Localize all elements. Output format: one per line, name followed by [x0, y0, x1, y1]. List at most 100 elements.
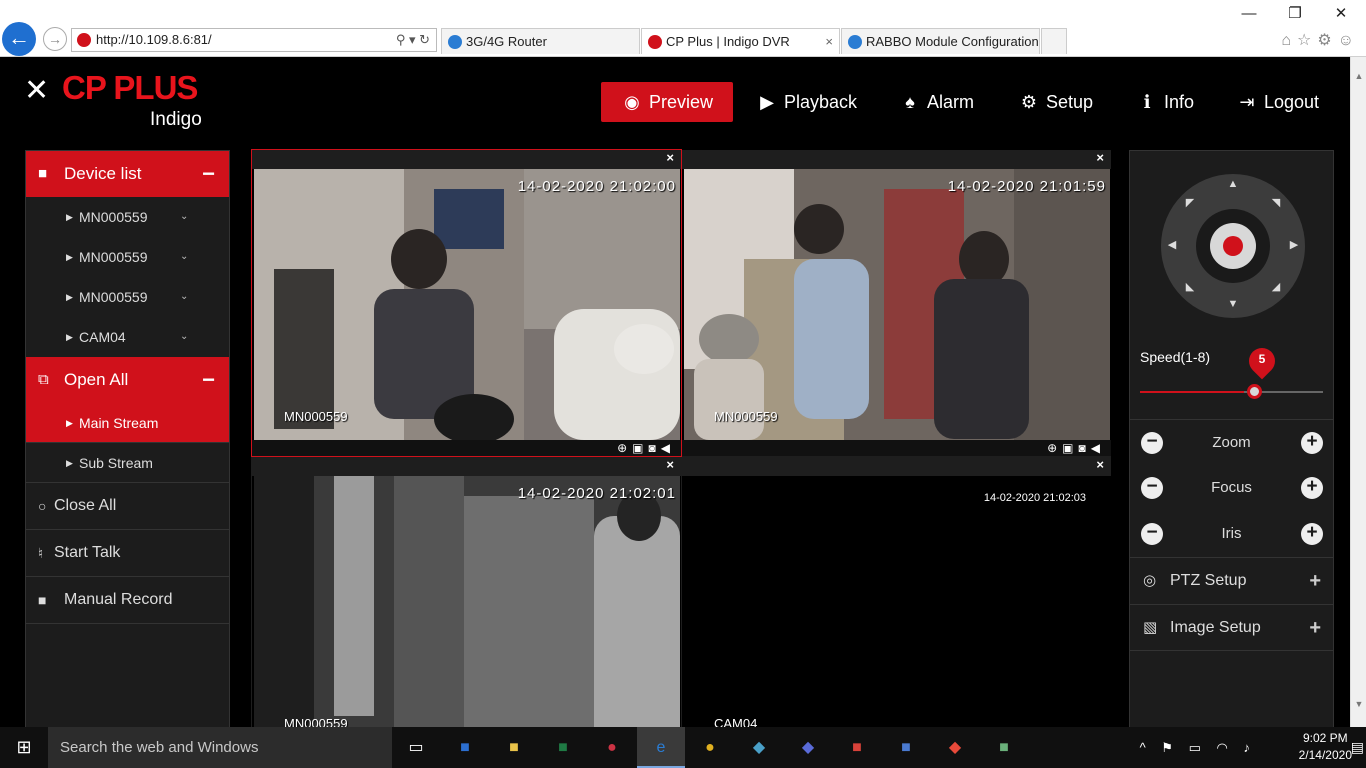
nav-info[interactable]: ℹ Info — [1136, 82, 1194, 122]
chevron-down-icon[interactable]: ⌄ — [180, 197, 188, 237]
iris-minus-button[interactable]: − — [1141, 523, 1163, 545]
iris-plus-button[interactable]: + — [1301, 523, 1323, 545]
chevron-down-icon[interactable]: ⌄ — [180, 277, 188, 317]
camera-feed-image[interactable]: 14-02-2020 21:02:00 MN000559 — [254, 169, 680, 440]
tab-cpplus[interactable]: CP Plus | Indigo DVR × — [641, 28, 840, 54]
app-icon[interactable]: ■ — [833, 727, 881, 768]
arrow-down-left-icon[interactable]: ◣ — [1183, 280, 1197, 293]
triangle-icon: ▶ — [66, 292, 73, 302]
taskbar-search-box[interactable]: Search the web and Windows — [48, 727, 392, 768]
video-pane[interactable]: × 14-02-2020 21:02:03 CAM04 — [682, 457, 1111, 727]
close-all-button[interactable]: ○ Close All — [26, 483, 229, 530]
new-tab-button[interactable] — [1041, 28, 1067, 54]
tab-router[interactable]: 3G/4G Router — [441, 28, 640, 54]
browser-tools-icons[interactable]: ⌂☆⚙☺ — [1281, 30, 1360, 50]
timestamp-overlay: 14-02-2020 21:02:03 — [983, 492, 1086, 504]
zoom-in-button[interactable]: + — [1301, 432, 1323, 454]
device-item[interactable]: ▶ MN000559 ⌄ — [26, 277, 229, 317]
close-icon[interactable]: × — [666, 457, 674, 472]
app-icon[interactable]: ■ — [980, 727, 1028, 768]
chrome-icon[interactable]: ● — [686, 727, 734, 768]
taskbar-clock[interactable]: 9:02 PM 2/14/2020 — [1299, 730, 1352, 764]
anydesk-icon[interactable]: ◆ — [931, 727, 979, 768]
task-view-icon[interactable]: ▭ — [392, 727, 440, 768]
camera-feed-image[interactable]: 14-02-2020 21:02:03 CAM04 — [684, 476, 1110, 727]
image-setup-row[interactable]: ▧ Image Setup + — [1130, 604, 1333, 651]
sub-stream-item[interactable]: ▶ Sub Stream — [26, 443, 229, 483]
main-stream-item[interactable]: ▶ Main Stream — [26, 403, 229, 443]
stream-label: Main Stream — [79, 415, 159, 431]
page-scrollbar[interactable]: ▲ ▼ — [1350, 57, 1366, 727]
network-tool-icon[interactable]: ● — [588, 727, 636, 768]
back-button[interactable]: ← — [2, 22, 36, 56]
forward-button[interactable]: → — [43, 27, 67, 51]
close-icon[interactable]: × — [1096, 150, 1104, 165]
manual-record-button[interactable]: ■ Manual Record — [26, 577, 229, 624]
video-pane[interactable]: × 14-02-2020 21:02:00 MN000559 ⊕▣◙◀ — [251, 149, 682, 457]
arrow-down-right-icon[interactable]: ◢ — [1269, 280, 1283, 293]
file-explorer-icon[interactable]: ■ — [490, 727, 538, 768]
expand-icon[interactable]: + — [1309, 558, 1321, 604]
camera-feed-image[interactable]: 14-02-2020 21:02:01 MN000559 — [254, 476, 680, 727]
close-window-button[interactable]: ✕ — [1318, 2, 1364, 26]
tab-rabbo[interactable]: RABBO Module Configuration — [841, 28, 1040, 54]
start-button[interactable]: ⊞ — [0, 727, 48, 768]
device-item[interactable]: ▶ MN000559 ⌄ — [26, 197, 229, 237]
app-icon[interactable]: ◆ — [784, 727, 832, 768]
arrow-down-icon[interactable]: ▼ — [1226, 298, 1240, 310]
video-pane[interactable]: × 14-02-2020 21:01:59 MN000559 ⊕▣◙◀ — [682, 150, 1111, 456]
collapse-icon[interactable]: − — [202, 357, 215, 403]
nav-preview[interactable]: ◉ Preview — [601, 82, 734, 122]
device-item[interactable]: ▶ CAM04 ⌄ — [26, 317, 229, 357]
nav-alarm[interactable]: ♠ Alarm — [899, 82, 974, 122]
excel-icon[interactable]: ■ — [539, 727, 587, 768]
zoom-out-button[interactable]: − — [1141, 432, 1163, 454]
scroll-down-icon[interactable]: ▼ — [1351, 699, 1366, 709]
ptz-direction-pad[interactable]: ▲ ▼ ◀ ▶ ◤ ◥ ◣ ◢ — [1161, 174, 1305, 318]
arrow-left-icon[interactable]: ◀ — [1165, 238, 1179, 251]
device-label: MN000559 — [79, 209, 148, 225]
nav-logout[interactable]: ⇥ Logout — [1236, 82, 1319, 122]
ptz-center-button[interactable] — [1210, 223, 1256, 269]
pane-tools[interactable]: ⊕▣◙◀ — [252, 440, 681, 456]
nav-playback[interactable]: ▶ Playback — [756, 82, 857, 122]
minimize-button[interactable]: — — [1226, 2, 1272, 26]
focus-plus-button[interactable]: + — [1301, 477, 1323, 499]
chevron-down-icon[interactable]: ⌄ — [180, 237, 188, 277]
ptz-panel: ▲ ▼ ◀ ▶ ◤ ◥ ◣ ◢ Speed(1-8) 5 − Zoom + − … — [1129, 150, 1334, 727]
tab-close-icon[interactable]: × — [825, 29, 833, 55]
arrow-up-icon[interactable]: ▲ — [1226, 178, 1240, 190]
close-icon[interactable]: × — [1096, 457, 1104, 472]
notification-icon[interactable]: ▤ — [1351, 727, 1364, 768]
nav-setup[interactable]: ⚙ Setup — [1018, 82, 1093, 122]
expand-icon[interactable]: + — [1309, 605, 1321, 651]
camera-feed-image[interactable]: 14-02-2020 21:01:59 MN000559 — [684, 169, 1110, 440]
restore-button[interactable]: ❐ — [1272, 2, 1318, 26]
arrow-up-left-icon[interactable]: ◤ — [1183, 196, 1197, 209]
open-all-header[interactable]: ⧉ Open All − — [26, 357, 229, 403]
speed-slider-handle[interactable] — [1247, 384, 1262, 399]
remote-tool-icon[interactable]: ◆ — [735, 727, 783, 768]
focus-minus-button[interactable]: − — [1141, 477, 1163, 499]
internet-explorer-icon[interactable]: e — [637, 727, 685, 768]
address-bar[interactable]: http://10.109.8.6:81/ ⚲ ▾ ↻ — [71, 28, 437, 52]
app-icon[interactable]: ■ — [882, 727, 930, 768]
video-pane[interactable]: × 14-02-2020 21:02:01 MN000559 — [252, 457, 681, 727]
start-talk-button[interactable]: ♮ Start Talk — [26, 530, 229, 577]
close-icon[interactable]: × — [666, 150, 674, 165]
device-item[interactable]: ▶ MN000559 ⌄ — [26, 237, 229, 277]
scroll-up-icon[interactable]: ▲ — [1351, 71, 1366, 81]
collapse-icon[interactable]: − — [202, 151, 215, 197]
address-tools[interactable]: ⚲ ▾ ↻ — [396, 29, 430, 51]
windows-taskbar: ⊞ Search the web and Windows ▭ ■ ■ ■ ● e… — [0, 727, 1366, 768]
chevron-down-icon[interactable]: ⌄ — [180, 317, 188, 357]
speed-slider[interactable] — [1140, 384, 1323, 399]
arrow-up-right-icon[interactable]: ◥ — [1269, 196, 1283, 209]
device-list-header[interactable]: ■ Device list − — [26, 151, 229, 197]
feed-scene — [254, 169, 680, 440]
arrow-right-icon[interactable]: ▶ — [1287, 238, 1301, 251]
ptz-setup-row[interactable]: ◎ PTZ Setup + — [1130, 557, 1333, 604]
outlook-icon[interactable]: ■ — [441, 727, 489, 768]
pane-tools[interactable]: ⊕▣◙◀ — [682, 440, 1111, 456]
system-tray[interactable]: ^ ⚑ ▭ ◠ ♪ — [1140, 727, 1256, 768]
